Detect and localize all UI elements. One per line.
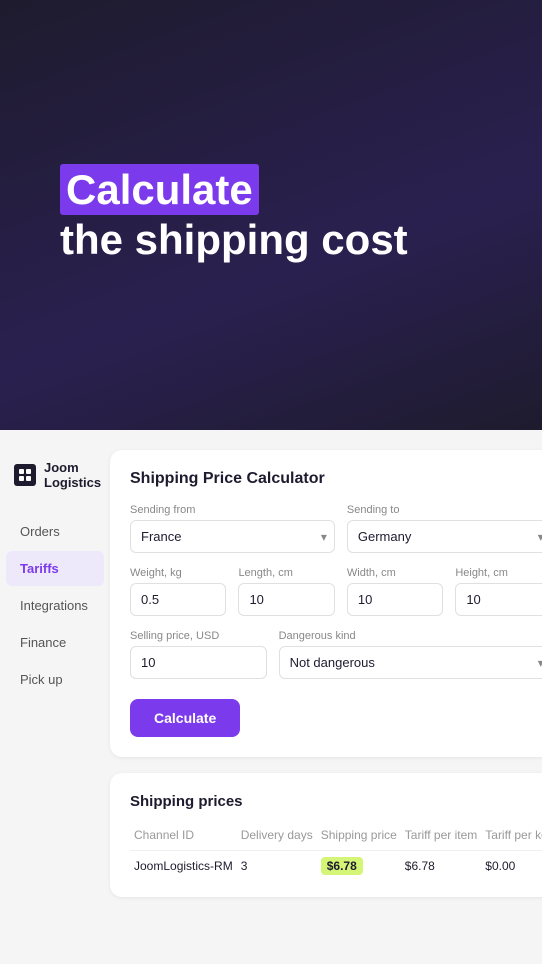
sending-from-select[interactable]: France Germany China USA xyxy=(130,520,335,553)
form-row-price-danger: Selling price, USD Dangerous kind Not da… xyxy=(130,630,542,679)
cell-channel-id: JoomLogistics-RM xyxy=(130,851,237,878)
sidebar-item-tariffs[interactable]: Tariffs xyxy=(6,551,104,586)
col-channel-id: Channel ID xyxy=(130,824,237,851)
cell-delivery-days: 3 xyxy=(237,851,317,878)
form-group-sending-from: Sending from France Germany China USA xyxy=(130,504,335,553)
hero-subtitle: the shipping cost xyxy=(60,216,408,263)
selling-price-input[interactable] xyxy=(130,646,267,679)
table-header-row: Channel ID Delivery days Shipping price … xyxy=(130,824,542,851)
hero-title: Calculate the shipping cost xyxy=(60,165,408,266)
col-tariff-per-kg: Tariff per kg xyxy=(481,824,542,851)
sidebar: Joom Logistics Orders Tariffs Integratio… xyxy=(0,430,110,964)
sending-to-wrapper: Germany France UK USA xyxy=(347,520,542,553)
sending-from-wrapper: France Germany China USA xyxy=(130,520,335,553)
dangerous-kind-label: Dangerous kind xyxy=(279,630,542,642)
calculate-button[interactable]: Calculate xyxy=(130,699,240,737)
form-group-sending-to: Sending to Germany France UK USA xyxy=(347,504,542,553)
sending-from-label: Sending from xyxy=(130,504,335,516)
length-label: Length, cm xyxy=(238,567,334,579)
cell-tariff-per-kg: $0.00 xyxy=(481,851,542,878)
height-input[interactable] xyxy=(455,583,542,616)
dangerous-kind-select[interactable]: Not dangerous Flammable Corrosive xyxy=(279,646,542,679)
sidebar-nav: Orders Tariffs Integrations Finance Pick… xyxy=(0,510,110,701)
col-tariff-per-item: Tariff per item xyxy=(401,824,481,851)
main-content: Joom Logistics Orders Tariffs Integratio… xyxy=(0,430,542,964)
form-group-selling-price: Selling price, USD xyxy=(130,630,267,679)
sending-to-select[interactable]: Germany France UK USA xyxy=(347,520,542,553)
logo-icon xyxy=(14,464,36,486)
form-row-dimensions: Weight, kg Length, cm Width, cm Height, … xyxy=(130,567,542,616)
width-input[interactable] xyxy=(347,583,443,616)
form-group-height: Height, cm xyxy=(455,567,542,616)
col-delivery-days: Delivery days xyxy=(237,824,317,851)
width-label: Width, cm xyxy=(347,567,443,579)
shipping-price-highlight: $6.78 xyxy=(321,857,363,875)
results-panel: Shipping prices Channel ID Delivery days… xyxy=(110,773,542,897)
sidebar-item-orders[interactable]: Orders xyxy=(6,514,104,549)
calculator-panel: Shipping Price Calculator Sending from F… xyxy=(110,450,542,757)
hero-section: Calculate the shipping cost xyxy=(0,0,542,430)
sidebar-item-finance[interactable]: Finance xyxy=(6,625,104,660)
dangerous-kind-wrapper: Not dangerous Flammable Corrosive xyxy=(279,646,542,679)
form-row-destinations: Sending from France Germany China USA Se… xyxy=(130,504,542,553)
sidebar-item-pickup[interactable]: Pick up xyxy=(6,662,104,697)
results-title: Shipping prices xyxy=(130,793,542,810)
logo-label: Joom Logistics xyxy=(44,460,101,490)
table-row: JoomLogistics-RM 3 $6.78 $6.78 $0.00 xyxy=(130,851,542,878)
weight-input[interactable] xyxy=(130,583,226,616)
height-label: Height, cm xyxy=(455,567,542,579)
col-shipping-price: Shipping price xyxy=(317,824,401,851)
form-group-width: Width, cm xyxy=(347,567,443,616)
form-group-dangerous-kind: Dangerous kind Not dangerous Flammable C… xyxy=(279,630,542,679)
selling-price-label: Selling price, USD xyxy=(130,630,267,642)
form-group-length: Length, cm xyxy=(238,567,334,616)
cell-shipping-price: $6.78 xyxy=(317,851,401,878)
weight-label: Weight, kg xyxy=(130,567,226,579)
logo: Joom Logistics xyxy=(0,450,110,510)
sidebar-item-integrations[interactable]: Integrations xyxy=(6,588,104,623)
results-table: Channel ID Delivery days Shipping price … xyxy=(130,824,542,877)
form-group-weight: Weight, kg xyxy=(130,567,226,616)
panel-area: Shipping Price Calculator Sending from F… xyxy=(110,430,542,964)
cell-tariff-per-item: $6.78 xyxy=(401,851,481,878)
length-input[interactable] xyxy=(238,583,334,616)
calculator-title: Shipping Price Calculator xyxy=(130,470,542,488)
sending-to-label: Sending to xyxy=(347,504,542,516)
hero-highlight: Calculate xyxy=(60,164,259,215)
